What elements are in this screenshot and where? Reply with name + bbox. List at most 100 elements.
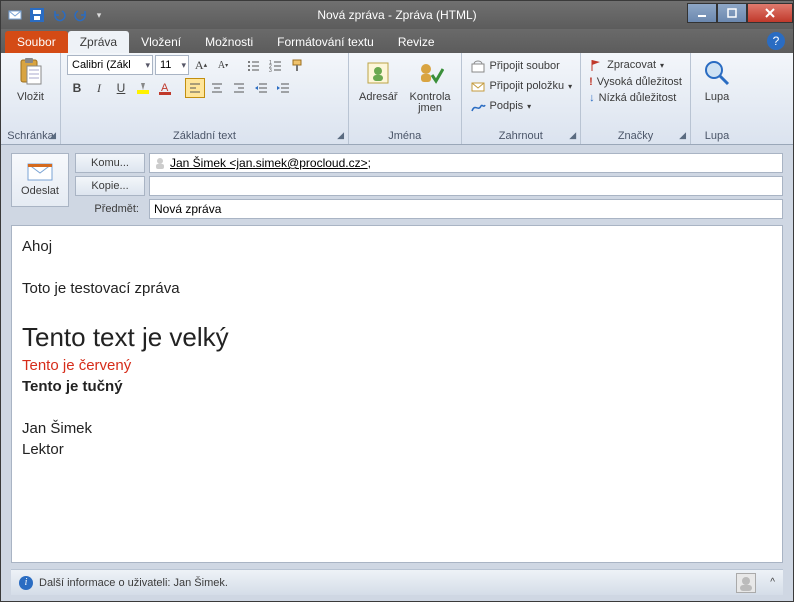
- body-line: Ahoj: [22, 238, 772, 255]
- to-button[interactable]: Komu...: [75, 153, 145, 173]
- numbering-icon[interactable]: 123: [265, 55, 285, 75]
- bold-icon[interactable]: B: [67, 78, 87, 98]
- address-book-label: Adresář: [359, 91, 398, 103]
- title-bar: ▾ Nová zpráva - Zpráva (HTML): [1, 1, 793, 29]
- contact-avatar-icon[interactable]: [736, 573, 756, 593]
- underline-icon[interactable]: U: [111, 78, 131, 98]
- dialog-launcher-icon[interactable]: ◢: [569, 127, 576, 143]
- recipient-icon: [154, 157, 166, 169]
- ribbon-tabs: Soubor Zpráva Vložení Možnosti Formátová…: [1, 29, 793, 53]
- group-tags-label: Značky◢: [587, 128, 684, 144]
- close-button[interactable]: [747, 3, 793, 23]
- check-names-icon: [414, 57, 446, 89]
- attach-file-button[interactable]: Připojit soubor: [468, 57, 575, 75]
- svg-text:3: 3: [269, 68, 272, 72]
- highlight-icon[interactable]: [133, 78, 153, 98]
- tab-format[interactable]: Formátování textu: [265, 31, 386, 53]
- body-line: Jan Šimek: [22, 420, 772, 437]
- body-line-large: Tento text je velký: [22, 322, 772, 353]
- attach-item-button[interactable]: Připojit položku ▾: [468, 77, 575, 95]
- to-field[interactable]: Jan Šimek <jan.simek@procloud.cz>;: [149, 153, 783, 173]
- group-include: Připojit soubor Připojit položku ▾ Podpi…: [462, 53, 582, 144]
- zoom-button[interactable]: Lupa: [697, 55, 737, 105]
- flag-icon: [589, 58, 603, 72]
- maximize-button[interactable]: [717, 3, 747, 23]
- align-center-icon[interactable]: [207, 78, 227, 98]
- shrink-font-icon[interactable]: A▾: [213, 55, 233, 75]
- paste-label: Vložit: [17, 91, 44, 103]
- dialog-launcher-icon[interactable]: ◢: [679, 127, 686, 143]
- window-title: Nová zpráva - Zpráva (HTML): [317, 8, 476, 22]
- zoom-label: Lupa: [705, 91, 729, 103]
- font-name-combo[interactable]: Calibri (Zákl: [67, 55, 153, 75]
- subject-label: Předmět:: [75, 199, 145, 219]
- window-controls: [687, 7, 793, 23]
- cc-field[interactable]: [149, 176, 783, 196]
- bullets-icon[interactable]: [243, 55, 263, 75]
- dialog-launcher-icon[interactable]: ◢: [49, 127, 56, 143]
- group-clipboard: Vložit Schránka◢: [1, 53, 61, 144]
- group-text-label: Základní text◢: [67, 128, 342, 144]
- address-book-icon: [362, 57, 394, 89]
- info-icon: i: [19, 576, 33, 590]
- minimize-button[interactable]: [687, 3, 717, 23]
- grow-font-icon[interactable]: A▴: [191, 55, 211, 75]
- tab-file[interactable]: Soubor: [5, 31, 68, 53]
- high-importance-icon: !: [589, 76, 593, 88]
- help-icon[interactable]: ?: [767, 32, 785, 50]
- low-importance-icon: ↓: [589, 92, 595, 104]
- body-line-red: Tento je červený: [22, 357, 772, 374]
- zoom-icon: [701, 57, 733, 89]
- body-line-bold: Tento je tučný: [22, 378, 772, 395]
- address-book-button[interactable]: Adresář: [355, 55, 402, 105]
- check-names-label-2: jmen: [418, 102, 442, 114]
- check-names-button[interactable]: Kontrola jmen: [406, 55, 455, 116]
- undo-icon[interactable]: [49, 5, 69, 25]
- subject-field[interactable]: Nová zpráva: [149, 199, 783, 219]
- format-painter-icon[interactable]: [287, 55, 307, 75]
- font-color-icon[interactable]: A: [155, 78, 175, 98]
- group-names-label: Jména: [355, 128, 455, 144]
- send-button[interactable]: Odeslat: [11, 153, 69, 207]
- outlook-compose-window: ▾ Nová zpráva - Zpráva (HTML) Soubor Zpr…: [0, 0, 794, 602]
- font-size-combo[interactable]: 11: [155, 55, 189, 75]
- expand-people-pane-icon[interactable]: ^: [770, 577, 775, 588]
- tab-insert[interactable]: Vložení: [129, 31, 193, 53]
- group-zoom-label: Lupa: [697, 128, 737, 144]
- ribbon: Vložit Schránka◢ Calibri (Zákl 11 A▴ A▾ …: [1, 53, 793, 145]
- tab-message[interactable]: Zpráva: [68, 31, 129, 53]
- high-importance-button[interactable]: !Vysoká důležitost: [587, 75, 684, 89]
- paste-button[interactable]: Vložit: [11, 55, 51, 105]
- tab-review[interactable]: Revize: [386, 31, 447, 53]
- group-tags: Zpracovat ▾ !Vysoká důležitost ↓Nízká dů…: [581, 53, 691, 144]
- send-icon: [27, 163, 53, 181]
- qat-dropdown-icon[interactable]: ▾: [93, 5, 105, 25]
- body-line: Toto je testovací zpráva: [22, 280, 772, 297]
- followup-button[interactable]: Zpracovat ▾: [587, 57, 684, 73]
- low-importance-button[interactable]: ↓Nízká důležitost: [587, 91, 684, 105]
- qat-app-icon[interactable]: [5, 5, 25, 25]
- people-pane-bar: i Další informace o uživateli: Jan Šimek…: [11, 569, 783, 595]
- signature-button[interactable]: Podpis ▾: [468, 97, 575, 115]
- dialog-launcher-icon[interactable]: ◢: [337, 127, 344, 143]
- group-clipboard-label: Schránka◢: [7, 128, 54, 144]
- align-right-icon[interactable]: [229, 78, 249, 98]
- redo-icon[interactable]: [71, 5, 91, 25]
- to-recipient: Jan Šimek <jan.simek@procloud.cz>: [170, 156, 368, 170]
- group-include-label: Zahrnout◢: [468, 128, 575, 144]
- group-zoom: Lupa Lupa: [691, 53, 743, 144]
- tab-options[interactable]: Možnosti: [193, 31, 265, 53]
- align-left-icon[interactable]: [185, 78, 205, 98]
- italic-icon[interactable]: I: [89, 78, 109, 98]
- group-basic-text: Calibri (Zákl 11 A▴ A▾ 123 B I U A: [61, 53, 349, 144]
- status-text: Další informace o uživateli: Jan Šimek.: [39, 577, 228, 589]
- signature-icon: [470, 98, 486, 114]
- body-line: Lektor: [22, 441, 772, 458]
- increase-indent-icon[interactable]: [273, 78, 293, 98]
- save-icon[interactable]: [27, 5, 47, 25]
- paste-icon: [15, 57, 47, 89]
- cc-button[interactable]: Kopie...: [75, 176, 145, 196]
- decrease-indent-icon[interactable]: [251, 78, 271, 98]
- message-body[interactable]: Ahoj Toto je testovací zpráva Tento text…: [11, 225, 783, 563]
- group-names: Adresář Kontrola jmen Jména: [349, 53, 462, 144]
